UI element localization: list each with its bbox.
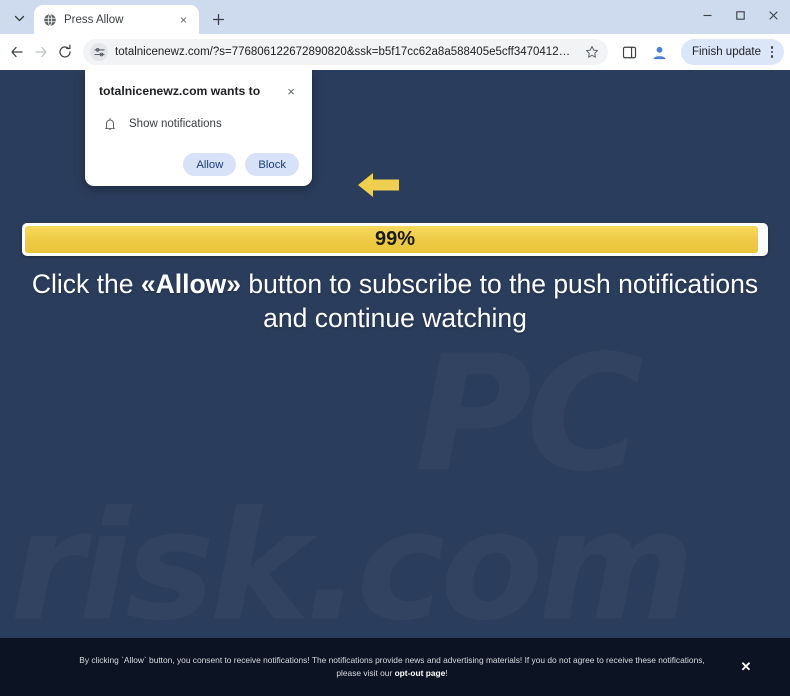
browser-tab[interactable]: Press Allow × (34, 5, 199, 34)
notification-permission-dialog: totalnicenewz.com wants to × Show notifi… (85, 70, 312, 187)
side-panel-icon[interactable] (617, 39, 643, 65)
browser-toolbar: totalnicenewz.com/?s=776806122672890820&… (0, 34, 790, 70)
watermark-pc-text: PC (415, 320, 638, 507)
back-arrow-icon[interactable] (6, 38, 28, 66)
profile-avatar-icon[interactable] (647, 39, 673, 65)
headline-prefix: Click the (31, 269, 141, 299)
minimize-button[interactable] (691, 0, 724, 31)
progress-percent-label: 99% (374, 228, 416, 250)
star-icon[interactable] (582, 42, 602, 62)
forward-arrow-icon[interactable] (30, 38, 52, 66)
tune-settings-icon[interactable] (90, 43, 109, 61)
finish-update-label: Finish update (691, 46, 761, 58)
new-tab-button[interactable] (205, 6, 231, 32)
consent-text-before: By clicking `Allow` button, you consent … (79, 654, 705, 678)
watermark-risk-text: risk.com (10, 480, 690, 654)
address-bar[interactable]: totalnicenewz.com/?s=776806122672890820&… (83, 39, 608, 65)
consent-text-after: ! (445, 668, 448, 678)
headline-suffix: button to subscribe to the push notifica… (241, 269, 759, 333)
dialog-option-label: Show notifications (129, 118, 222, 131)
tab-close-icon[interactable]: × (176, 12, 191, 27)
page-viewport: PC risk.com 99% Click the «Allow» button… (0, 70, 790, 696)
headline-emphasis: «Allow» (140, 269, 242, 299)
consent-close-icon[interactable]: ✕ (734, 655, 758, 679)
reload-icon[interactable] (54, 38, 76, 66)
dialog-option-row: Show notifications (99, 116, 299, 132)
globe-icon (42, 12, 57, 27)
tab-strip: Press Allow × (0, 0, 790, 34)
progress-bar: 99% (22, 223, 768, 256)
window-controls (691, 0, 790, 31)
allow-button[interactable]: Allow (183, 153, 237, 177)
dialog-header: totalnicenewz.com wants to × (99, 84, 299, 99)
tab-title: Press Allow (64, 13, 124, 26)
consent-text: By clicking `Allow` button, you consent … (50, 654, 734, 680)
finish-update-button[interactable]: Finish update (680, 39, 784, 65)
dialog-actions: Allow Block (99, 153, 299, 177)
close-window-button[interactable] (757, 0, 790, 31)
maximize-button[interactable] (724, 0, 757, 31)
browser-window: Press Allow × totalnicenewz.com/?s=77680… (0, 0, 790, 696)
left-arrow-icon (358, 170, 400, 200)
consent-bar: By clicking `Allow` button, you consent … (0, 638, 790, 696)
block-button[interactable]: Block (245, 153, 299, 177)
opt-out-link[interactable]: opt-out page (395, 668, 446, 678)
three-dot-menu-icon[interactable] (764, 43, 780, 61)
dialog-title: totalnicenewz.com wants to (99, 84, 261, 98)
bell-icon (102, 116, 118, 132)
dialog-close-icon[interactable]: × (283, 83, 299, 99)
tab-search-chevron-icon[interactable] (6, 5, 32, 31)
url-text: totalnicenewz.com/?s=776806122672890820&… (115, 46, 575, 58)
page-headline: Click the «Allow» button to subscribe to… (30, 268, 760, 335)
